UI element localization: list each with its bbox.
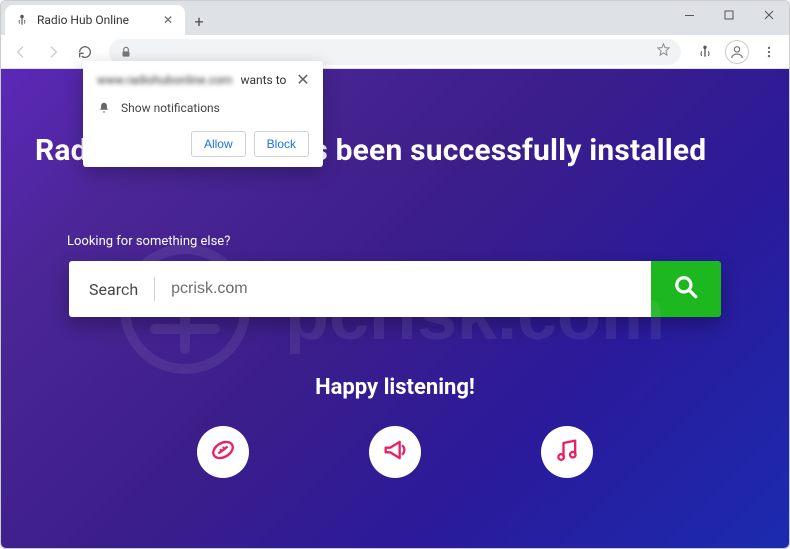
search-input[interactable] <box>171 280 631 298</box>
search-divider <box>154 277 155 301</box>
bell-icon <box>97 101 111 115</box>
new-tab-button[interactable]: + <box>185 7 213 35</box>
notification-wants-to-label: wants to <box>240 73 286 87</box>
category-music-button[interactable] <box>541 426 593 478</box>
football-icon <box>209 436 237 468</box>
music-note-icon <box>553 436 581 468</box>
search-button[interactable] <box>651 261 721 317</box>
search-label: Search <box>89 280 138 299</box>
window-maximize-button[interactable] <box>709 1 749 29</box>
forward-button[interactable] <box>39 38 67 66</box>
extension-icon[interactable] <box>691 38 719 66</box>
search-row: Search <box>69 261 721 317</box>
notification-origin: www.radiohubonline.com <box>97 73 232 87</box>
search-icon <box>673 274 699 304</box>
search-box: Search <box>69 261 651 317</box>
window-close-button[interactable] <box>749 1 789 29</box>
lock-icon <box>119 45 133 59</box>
category-icon-row <box>1 426 789 478</box>
category-megaphone-button[interactable] <box>369 426 421 478</box>
notification-allow-button[interactable]: Allow <box>191 131 246 157</box>
back-button[interactable] <box>7 38 35 66</box>
browser-window: Radio Hub Online ✕ + <box>0 0 790 549</box>
avatar-icon <box>725 40 749 64</box>
window-controls <box>669 1 789 35</box>
tab-strip: Radio Hub Online ✕ + <box>1 1 789 35</box>
notification-permission-label: Show notifications <box>121 101 220 115</box>
tab-title: Radio Hub Online <box>37 13 153 27</box>
notification-block-button[interactable]: Block <box>254 131 309 157</box>
browser-menu-button[interactable] <box>755 38 783 66</box>
active-tab[interactable]: Radio Hub Online ✕ <box>5 5 185 35</box>
looking-label: Looking for something else? <box>67 234 789 249</box>
tab-favicon-icon <box>15 13 29 27</box>
megaphone-icon <box>381 436 409 468</box>
happy-listening-heading: Happy listening! <box>1 375 789 400</box>
category-football-button[interactable] <box>197 426 249 478</box>
notification-permission-dialog: www.radiohubonline.com wants to ✕ Show n… <box>83 61 323 167</box>
tab-close-icon[interactable]: ✕ <box>161 13 175 27</box>
window-minimize-button[interactable] <box>669 1 709 29</box>
notification-close-icon[interactable]: ✕ <box>295 71 311 87</box>
bookmark-star-icon[interactable] <box>656 42 671 61</box>
profile-button[interactable] <box>723 38 751 66</box>
